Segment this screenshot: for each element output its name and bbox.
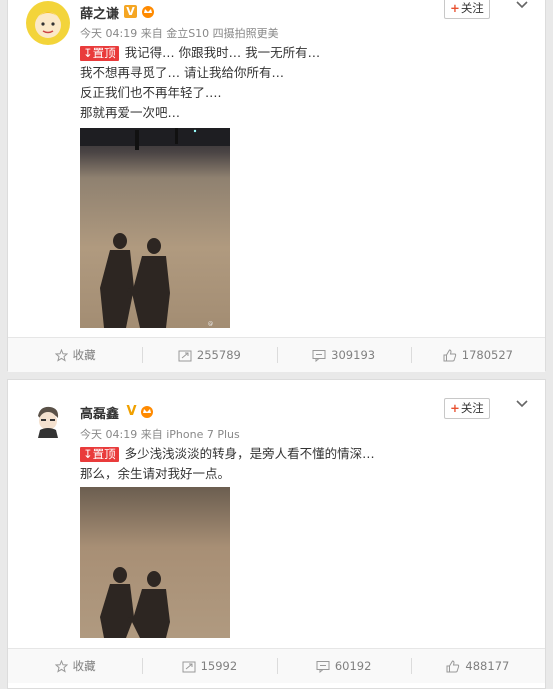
- action-bar: 收藏 15992 60192 488177: [8, 648, 545, 683]
- yellow-cartoon-avatar-icon: [26, 1, 70, 45]
- plus-icon: +: [450, 401, 460, 415]
- plus-icon: +: [450, 1, 460, 15]
- weibo-post-card: 高磊鑫 V 今天 04:19 来自 iPhone 7 Plus +关注 ↧置顶多…: [7, 379, 546, 689]
- post-line: 反正我们也不再年轻了….: [80, 85, 222, 100]
- pinned-badge: ↧置顶: [80, 46, 119, 61]
- shadow-couple-photo: @: [80, 128, 230, 328]
- favorite-button[interactable]: 收藏: [8, 649, 142, 683]
- like-count: 1780527: [461, 348, 513, 362]
- chevron-down-icon[interactable]: [515, 397, 529, 411]
- repost-count: 255789: [196, 348, 241, 362]
- favorite-button[interactable]: 收藏: [8, 338, 142, 372]
- avatar[interactable]: [26, 398, 70, 442]
- star-icon: [54, 659, 68, 673]
- comment-button[interactable]: 60192: [276, 649, 411, 683]
- post-line: 我不想再寻觅了… 请让我给你所有…: [80, 65, 284, 80]
- from-label: 来自: [140, 27, 163, 40]
- post-line-text: 多少浅浅淡淡的转身，是旁人看不懂的情深…: [124, 446, 375, 461]
- verified-icon: V: [126, 404, 137, 419]
- post-meta: 今天 04:19 来自 iPhone 7 Plus: [80, 426, 240, 442]
- grey-cartoon-avatar-icon: [26, 398, 70, 442]
- pinned-badge: ↧置顶: [80, 447, 119, 462]
- post-meta: 今天 04:19 来自 金立S10 四摄拍照更美: [80, 25, 279, 41]
- repost-icon: [182, 661, 196, 672]
- repost-button[interactable]: 255789: [142, 338, 276, 372]
- comment-count: 309193: [331, 348, 376, 362]
- thumbs-up-icon: [446, 659, 460, 672]
- post-line: ↧置顶 多少浅浅淡淡的转身，是旁人看不懂的情深…: [80, 444, 375, 464]
- follow-button[interactable]: +关注: [444, 398, 490, 419]
- chevron-down-icon[interactable]: [515, 0, 529, 12]
- post-time[interactable]: 今天 04:19: [80, 428, 137, 441]
- comment-icon: [316, 660, 330, 673]
- comment-count: 60192: [334, 659, 372, 673]
- author-name[interactable]: 高磊鑫: [80, 403, 119, 422]
- comment-icon: [312, 349, 326, 362]
- post-line-text: 我记得… 你跟我时… 我一无所有…: [124, 45, 321, 60]
- repost-icon: [178, 350, 192, 361]
- post-text: ↧置顶 我记得… 你跟我时… 我一无所有… 我不想再寻觅了… 请让我给你所有… 反…: [80, 43, 320, 123]
- vip-crown-icon: [141, 406, 153, 418]
- pinned-label: 置顶: [92, 447, 116, 461]
- repost-count: 15992: [200, 659, 238, 673]
- post-line: 那就再爱一次吧…: [80, 105, 181, 120]
- weibo-post-card: 薛之谦 V 今天 04:19 来自 金立S10 四摄拍照更美 +关注 ↧置顶 我记…: [7, 0, 546, 372]
- pin-icon: ↧: [83, 447, 93, 461]
- svg-text:@: @: [208, 321, 213, 327]
- vip-crown-icon: [142, 6, 154, 18]
- comment-button[interactable]: 309193: [276, 338, 411, 372]
- repost-button[interactable]: 15992: [142, 649, 276, 683]
- thumbs-up-icon: [443, 348, 456, 361]
- post-text: ↧置顶 多少浅浅淡淡的转身，是旁人看不懂的情深… 那么，余生请对我好一点。: [80, 444, 375, 484]
- action-bar: 收藏 255789 309193 1780527: [8, 337, 545, 372]
- post-image[interactable]: [80, 487, 230, 638]
- like-button[interactable]: 1780527: [410, 338, 545, 372]
- like-count: 488177: [465, 659, 510, 673]
- post-line: ↧置顶 我记得… 你跟我时… 我一无所有…: [80, 43, 320, 63]
- verified-icon: V: [124, 5, 137, 18]
- from-label: 来自: [140, 428, 163, 441]
- follow-button[interactable]: +关注: [444, 0, 490, 19]
- favorite-label: 收藏: [72, 659, 96, 673]
- star-icon: [54, 348, 68, 362]
- like-button[interactable]: 488177: [410, 649, 545, 683]
- post-source[interactable]: iPhone 7 Plus: [166, 428, 240, 441]
- author-name[interactable]: 薛之谦: [80, 3, 119, 22]
- post-line: 那么，余生请对我好一点。: [80, 466, 231, 481]
- post-image[interactable]: @: [80, 128, 230, 328]
- shadow-couple-photo: [80, 487, 230, 638]
- post-source[interactable]: 金立S10 四摄拍照更美: [166, 27, 278, 40]
- favorite-label: 收藏: [72, 348, 96, 362]
- follow-label: 关注: [460, 401, 484, 415]
- avatar[interactable]: [26, 1, 70, 45]
- pinned-label: 置顶: [92, 46, 116, 60]
- follow-label: 关注: [460, 1, 484, 15]
- post-time[interactable]: 今天 04:19: [80, 27, 137, 40]
- pin-icon: ↧: [83, 46, 93, 60]
